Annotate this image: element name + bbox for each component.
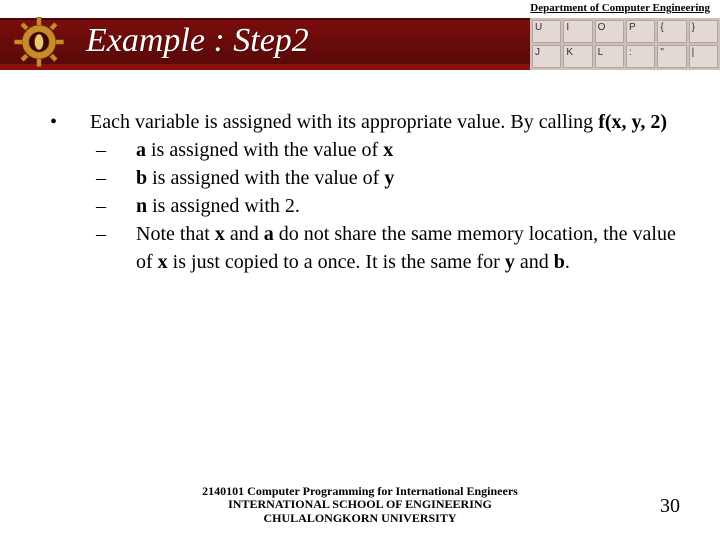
keycap: U [532,20,561,43]
bullet-icon: • [40,108,90,136]
keycap: : [626,45,655,68]
bx2: x [158,251,168,273]
list-text: b is assigned with the value of y [136,164,680,192]
list-text: a is assigned with the value of x [136,136,680,164]
intro-pre: Each variable is assigned with its appro… [90,111,598,133]
list-item: – n is assigned with 2. [90,192,680,220]
list-item: – Note that x and a do not share the sam… [90,220,680,276]
keycap: J [532,45,561,68]
page-number: 30 [660,495,680,518]
gear-logo-icon [0,16,78,68]
keycap: | [689,45,718,68]
dash-icon: – [90,136,136,164]
keycap: } [689,20,718,43]
slide-header: Department of Computer Engineering [0,0,720,78]
t: Note that [136,223,215,245]
keycap: O [595,20,624,43]
ba: a [264,223,274,245]
txt: is assigned with the value of [146,139,383,161]
txt: is assigned with the value of [147,167,384,189]
list-text: n is assigned with 2. [136,192,680,220]
footer-line3: CHULALONGKORN UNIVERSITY [0,512,720,526]
keycap: { [657,20,686,43]
list-item: – a is assigned with the value of x [90,136,680,164]
footer-line2: INTERNATIONAL SCHOOL OF ENGINEERING [0,498,720,512]
dash-icon: – [90,192,136,220]
var-x: x [383,139,393,161]
intro-text: Each variable is assigned with its appro… [90,108,680,136]
keycap: P [626,20,655,43]
t: and [225,223,264,245]
var-n: n [136,195,147,217]
var-a: a [136,139,146,161]
keycap: " [657,45,686,68]
note-text: Note that x and a do not share the same … [136,220,680,276]
slide-title: Example : Step2 [86,22,309,60]
keycap: I [563,20,592,43]
var-b: b [136,167,147,189]
slide-body: • Each variable is assigned with its app… [0,78,720,276]
by: y [505,251,515,273]
sub-bullet-list: – a is assigned with the value of x – b … [90,136,680,276]
intro-bold: f(x, y, 2) [598,111,667,133]
department-label: Department of Computer Engineering [530,2,710,14]
txt: is assigned with 2. [147,195,300,217]
keyboard-decoration: U I O P { } J K L : " | [530,18,720,70]
t: . [565,251,570,273]
t: and [515,251,554,273]
slide-footer: 2140101 Computer Programming for Interna… [0,485,720,526]
t: is just copied to a once. It is the same… [168,251,505,273]
bb: b [554,251,565,273]
keycap: L [595,45,624,68]
footer-line1: 2140101 Computer Programming for Interna… [0,485,720,499]
dash-icon: – [90,164,136,192]
dash-icon: – [90,220,136,276]
bx: x [215,223,225,245]
list-item: – b is assigned with the value of y [90,164,680,192]
keycap: K [563,45,592,68]
var-y: y [384,167,394,189]
